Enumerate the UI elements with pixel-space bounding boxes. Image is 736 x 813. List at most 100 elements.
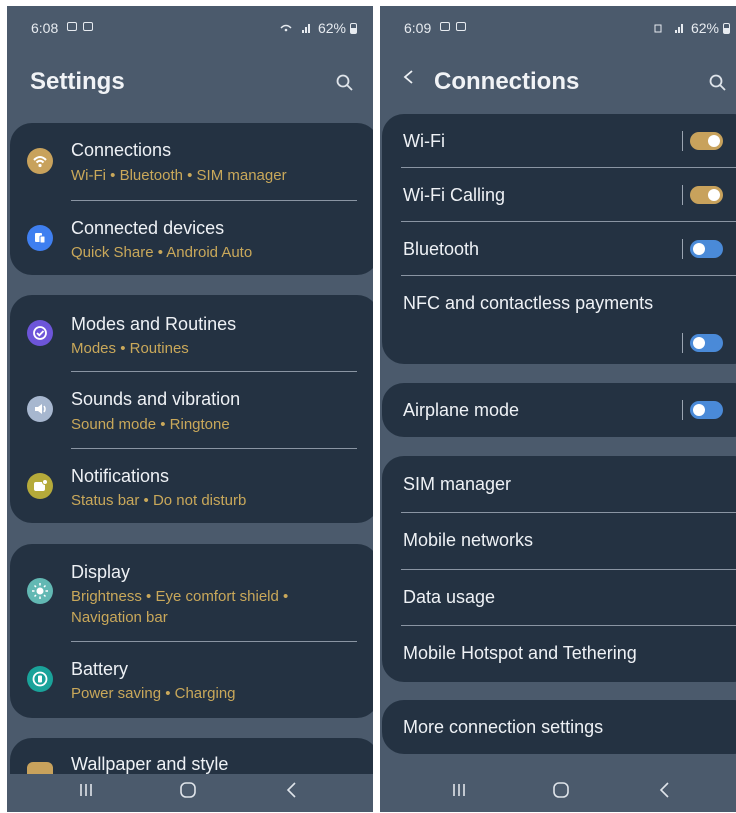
settings-item-wallpaper[interactable]: Wallpaper and style: [10, 738, 373, 774]
mobile-networks-row[interactable]: Mobile networks: [382, 513, 736, 569]
data-usage-label: Data usage: [403, 587, 496, 607]
nfc-row[interactable]: NFC and contactless payments: [382, 276, 736, 364]
settings-screen: 6:08 62% Settings Connections Wi-Fi • Bl…: [7, 6, 373, 812]
item-subtitle: Wi-Fi • Bluetooth • SIM manager: [71, 167, 287, 184]
battery-icon: [27, 666, 53, 692]
connected-devices-icon: [27, 225, 53, 251]
hotspot-label: Mobile Hotspot and Tethering: [403, 643, 637, 663]
navigation-bar: [380, 772, 736, 812]
airplane-toggle[interactable]: [690, 401, 723, 419]
item-subtitle: Sound mode • Ringtone: [71, 416, 230, 433]
battery-percent: 62%: [690, 20, 719, 36]
airplane-label: Airplane mode: [403, 400, 520, 420]
item-title: Connections: [71, 140, 172, 160]
settings-item-connected-devices[interactable]: Connected devices Quick Share • Android …: [10, 201, 373, 275]
settings-item-battery[interactable]: Battery Power saving • Charging: [10, 642, 373, 718]
connections-group-1: Wi-Fi Wi-Fi Calling Bluetooth NFC and co…: [382, 114, 736, 364]
hotspot-row[interactable]: Mobile Hotspot and Tethering: [382, 626, 736, 682]
status-time: 6:08: [31, 20, 59, 36]
connections-group-2: Airplane mode: [382, 383, 736, 437]
item-subtitle: Quick Share • Android Auto: [71, 244, 253, 261]
status-time: 6:09: [404, 20, 432, 36]
connections-group-3: SIM manager Mobile networks Data usage M…: [382, 456, 736, 682]
volume-icon: [27, 396, 53, 422]
gallery-notification-icon: [440, 22, 450, 31]
brightness-icon: [27, 578, 53, 604]
settings-item-connections[interactable]: Connections Wi-Fi • Bluetooth • SIM mana…: [10, 123, 373, 201]
settings-group-1: Connections Wi-Fi • Bluetooth • SIM mana…: [10, 123, 373, 275]
divider: [682, 400, 683, 420]
status-bar: 6:09 62%: [380, 18, 736, 38]
status-right: 62%: [280, 20, 357, 36]
battery-icon: [350, 22, 357, 34]
search-icon[interactable]: [709, 74, 726, 91]
divider: [682, 333, 683, 353]
home-icon[interactable]: [178, 780, 198, 800]
page-title: Connections: [434, 68, 580, 95]
item-title: Modes and Routines: [71, 314, 237, 334]
navigation-bar: [7, 772, 373, 812]
item-subtitle: Power saving • Charging: [71, 685, 236, 702]
settings-group-3: Display Brightness • Eye comfort shield …: [10, 544, 373, 718]
search-icon[interactable]: [336, 74, 353, 91]
bluetooth-toggle[interactable]: [690, 240, 723, 258]
item-title: Sounds and vibration: [71, 389, 241, 409]
recents-icon[interactable]: [449, 780, 469, 800]
wifi-calling-toggle[interactable]: [690, 186, 723, 204]
recents-icon[interactable]: [76, 780, 96, 800]
settings-item-notifications[interactable]: Notifications Status bar • Do not distur…: [10, 449, 373, 523]
wifi-calling-row[interactable]: Wi-Fi Calling: [382, 168, 736, 222]
nfc-label: NFC and contactless payments: [403, 293, 654, 313]
data-usage-row[interactable]: Data usage: [382, 570, 736, 626]
item-subtitle-line2: Navigation bar: [71, 609, 168, 626]
bluetooth-label: Bluetooth: [403, 239, 480, 259]
nfc-toggle[interactable]: [690, 334, 723, 352]
notification-icon: [27, 473, 53, 499]
wifi-row[interactable]: Wi-Fi: [382, 114, 736, 168]
home-icon[interactable]: [551, 780, 571, 800]
sim-manager-label: SIM manager: [403, 474, 512, 494]
settings-group-4: Wallpaper and style: [10, 738, 373, 774]
item-subtitle: Brightness • Eye comfort shield •: [71, 588, 289, 605]
page-title: Settings: [30, 68, 125, 95]
item-title: Notifications: [71, 466, 170, 486]
gallery-notification-icon: [67, 22, 77, 31]
status-right: 62%: [653, 20, 730, 36]
divider: [682, 131, 683, 151]
item-title: Battery: [71, 659, 129, 679]
wifi-icon: [27, 148, 53, 174]
settings-group-2: Modes and Routines Modes • Routines Soun…: [10, 295, 373, 523]
message-notification-icon: [83, 22, 93, 31]
wifi-label: Wi-Fi: [403, 131, 445, 151]
airplane-row[interactable]: Airplane mode: [382, 383, 736, 437]
item-title: Connected devices: [71, 218, 225, 238]
divider: [682, 239, 683, 259]
battery-icon: [723, 22, 730, 34]
bluetooth-row[interactable]: Bluetooth: [382, 222, 736, 276]
item-title: Display: [71, 562, 131, 582]
back-icon[interactable]: [282, 780, 302, 800]
status-bar: 6:08 62%: [7, 18, 373, 38]
back-icon[interactable]: [655, 780, 675, 800]
item-subtitle: Status bar • Do not disturb: [71, 492, 247, 509]
signal-icon: [280, 24, 310, 33]
wifi-calling-label: Wi-Fi Calling: [403, 185, 506, 205]
message-notification-icon: [456, 22, 466, 31]
back-arrow-icon[interactable]: [402, 70, 416, 84]
more-connection-settings-row[interactable]: More connection settings: [382, 700, 736, 754]
item-subtitle: Modes • Routines: [71, 340, 189, 357]
wifi-toggle[interactable]: [690, 132, 723, 150]
divider: [682, 185, 683, 205]
item-title: Wallpaper and style: [71, 754, 229, 774]
battery-percent: 62%: [317, 20, 346, 36]
more-connection-settings-label: More connection settings: [403, 717, 604, 737]
signal-icon: [654, 24, 683, 33]
settings-item-display[interactable]: Display Brightness • Eye comfort shield …: [10, 544, 373, 641]
mobile-networks-label: Mobile networks: [403, 530, 534, 550]
settings-item-sounds[interactable]: Sounds and vibration Sound mode • Ringto…: [10, 372, 373, 448]
settings-item-modes[interactable]: Modes and Routines Modes • Routines: [10, 295, 373, 371]
connections-group-4: More connection settings: [382, 700, 736, 754]
sim-manager-row[interactable]: SIM manager: [382, 456, 736, 512]
modes-icon: [27, 320, 53, 346]
connections-screen: 6:09 62% Connections Wi-Fi Wi-Fi Calling…: [380, 6, 736, 812]
